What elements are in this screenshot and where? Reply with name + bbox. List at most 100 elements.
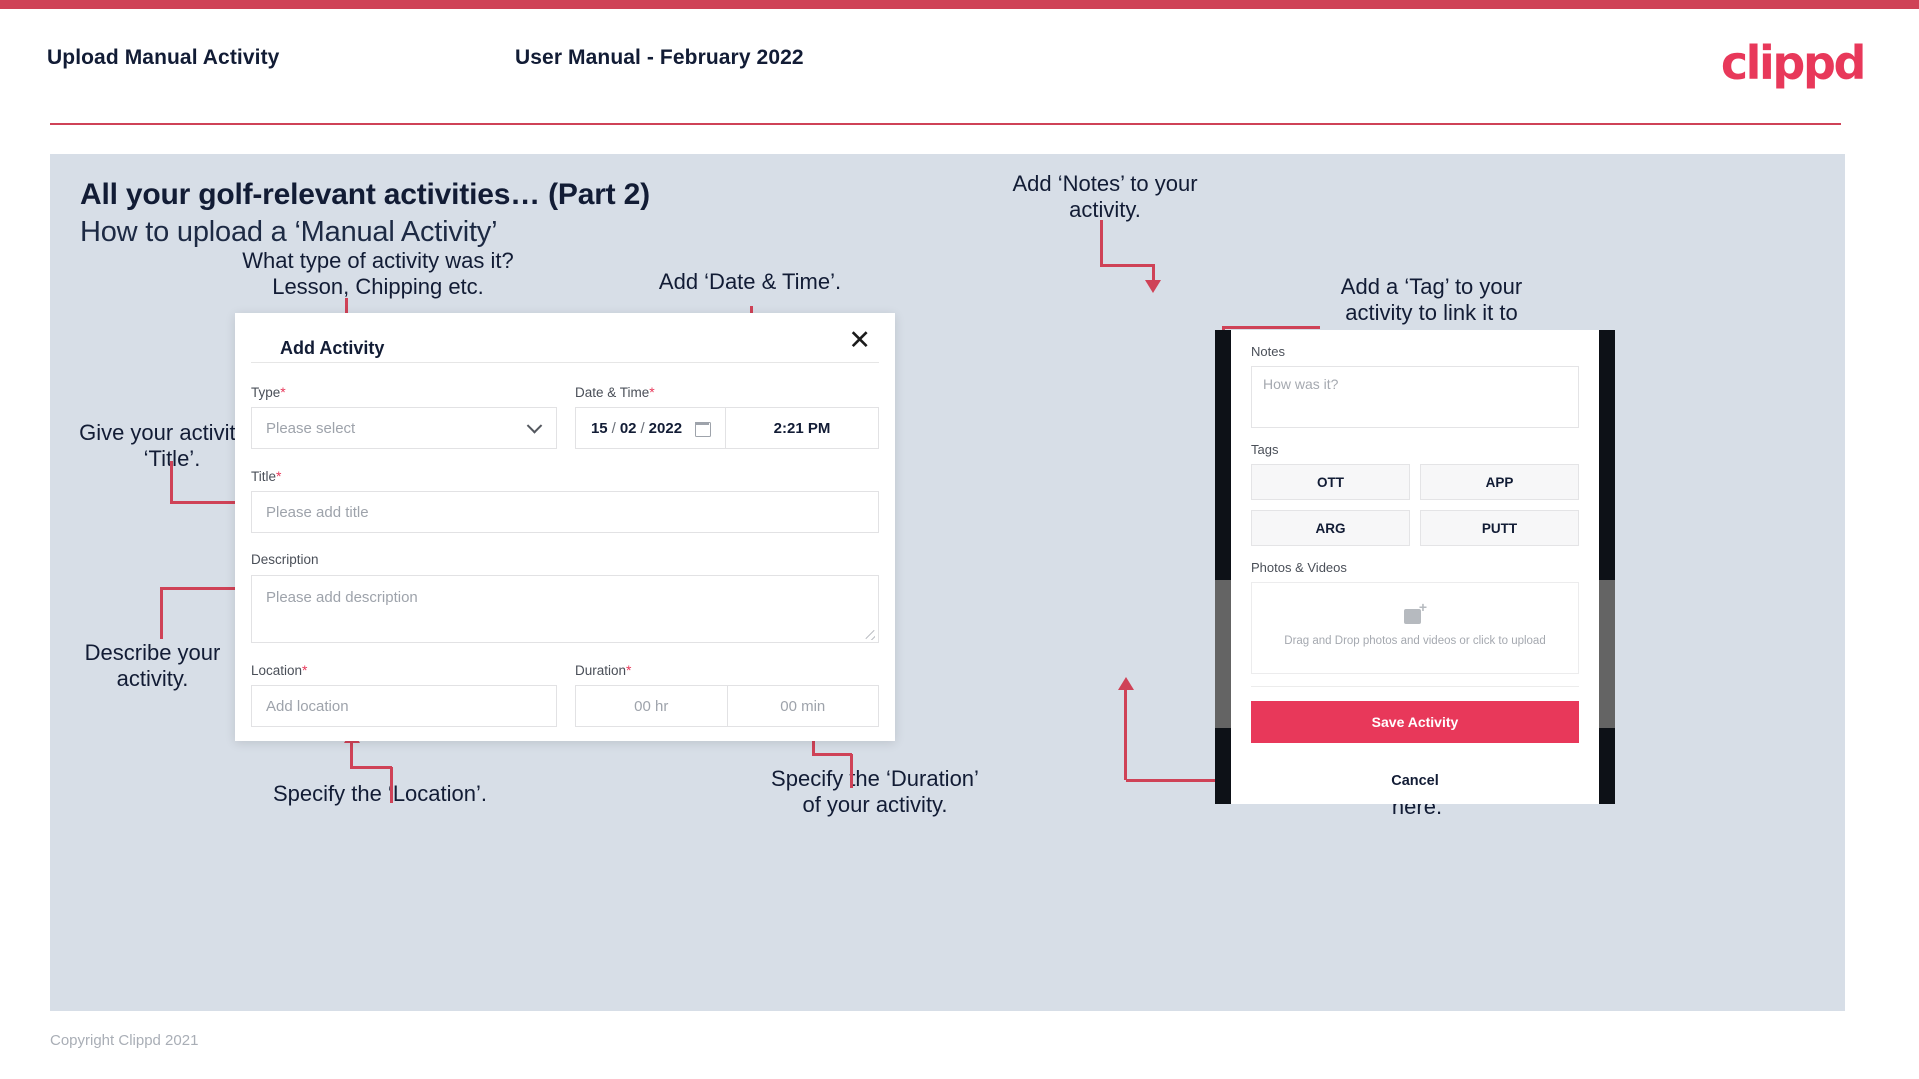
clippd-logo: clippd [1720,36,1867,90]
arrow-desc-h [160,587,244,590]
datetime-label-text: Date & Time [575,385,650,400]
annotation-location: Specify the ‘Location’. [272,781,488,806]
date-sep-1: / [611,419,616,437]
slide-subheading: How to upload a ‘Manual Activity’ [80,216,498,248]
page-title: Upload Manual Activity [47,46,280,69]
title-label-text: Title [251,469,277,484]
duration-group: 00 hr 00 min [575,685,879,727]
annotation-duration: Specify the ‘Duration’ of your activity. [771,766,979,817]
notes-textarea[interactable]: How was it? [1251,366,1579,428]
notes-label: Notes [1251,344,1285,359]
location-label: Location* [251,662,308,678]
phone-scrollbar-right[interactable] [1599,580,1615,728]
location-input[interactable]: Add location [251,685,557,727]
type-placeholder: Please select [266,419,356,437]
datetime-label: Date & Time* [575,384,655,400]
location-required: * [302,662,308,678]
arrow-dur-v1 [850,754,853,788]
datetime-required: * [649,384,655,400]
phone-mockup: Notes How was it? Tags OTT APP ARG PUTT … [1215,330,1615,804]
arrow-title-v [170,461,173,503]
tags-label: Tags [1251,442,1279,457]
resize-handle-icon[interactable] [865,630,875,640]
type-label: Type* [251,384,286,400]
annotation-datetime: Add ‘Date & Time’. [658,269,842,294]
date-month: 02 [619,419,637,437]
duration-hours-input[interactable]: 00 hr [576,686,727,726]
tag-button-app[interactable]: APP [1420,464,1579,500]
title-label: Title* [251,468,281,484]
cancel-button[interactable]: Cancel [1251,761,1579,801]
arrow-save-v [1124,688,1127,780]
date-sep-2: / [640,419,645,437]
duration-label: Duration* [575,662,631,678]
arrow-loc-v1 [390,767,393,803]
arrow-notes-head [1145,280,1161,293]
slide-heading: All your golf-relevant activities… (Part… [80,178,650,211]
tag-button-ott[interactable]: OTT [1251,464,1410,500]
arrow-title-h [170,501,244,504]
duration-required: * [626,662,632,678]
type-select[interactable]: Please select [251,407,557,449]
title-required: * [276,468,282,484]
phone-scrollbar-left[interactable] [1215,580,1231,728]
duration-hours-placeholder: 00 hr [634,697,669,715]
phone-divider [1251,686,1579,687]
chevron-down-icon [526,418,543,434]
close-icon[interactable]: ✕ [848,327,871,354]
header-divider [50,123,1841,125]
phone-screen: Notes How was it? Tags OTT APP ARG PUTT … [1231,330,1599,804]
arrow-loc-v2 [350,741,353,767]
arrow-notes-h [1100,264,1155,267]
description-placeholder: Please add description [266,589,418,606]
footer-copyright: Copyright Clippd 2021 [50,1032,199,1049]
modal-title: Add Activity [280,338,385,358]
annotation-notes: Add ‘Notes’ to your activity. [1012,171,1198,222]
description-label-text: Description [251,552,319,567]
slide-page: Upload Manual Activity User Manual - Feb… [0,0,1919,1079]
duration-minutes-input[interactable]: 00 min [726,686,879,726]
time-input[interactable]: 2:21 PM [726,408,878,448]
arrow-desc-v [160,587,163,639]
title-input[interactable]: Please add title [251,491,879,533]
tag-button-arg[interactable]: ARG [1251,510,1410,546]
time-value: 2:21 PM [773,419,831,437]
duration-label-text: Duration [575,663,627,678]
date-input[interactable]: 15 / 02 / 2022 [576,408,726,448]
tags-grid: OTT APP ARG PUTT [1251,464,1579,546]
arrow-loc-h [350,766,392,769]
arrow-notes-v1 [1100,220,1103,266]
duration-minutes-placeholder: 00 min [780,697,826,715]
photo-dropzone[interactable]: Drag and Drop photos and videos or click… [1251,582,1579,674]
tag-button-putt[interactable]: PUTT [1420,510,1579,546]
dropzone-text: Drag and Drop photos and videos or click… [1284,635,1546,648]
arrow-dur-h [812,753,852,756]
description-textarea[interactable]: Please add description [251,575,879,643]
photos-label: Photos & Videos [1251,560,1347,575]
annotation-type: What type of activity was it? Lesson, Ch… [242,248,514,299]
annotation-description: Describe your activity. [84,640,221,691]
modal-divider [251,362,879,363]
notes-placeholder: How was it? [1263,376,1339,392]
location-label-text: Location [251,663,303,678]
add-activity-modal: Add Activity ✕ Type* Please select Date … [235,313,895,741]
location-placeholder: Add location [266,697,349,715]
datetime-group: 15 / 02 / 2022 2:21 PM [575,407,879,449]
type-required: * [280,384,286,400]
add-image-icon [1404,600,1427,626]
phone-bezel-right [1599,330,1615,804]
header-subtitle: User Manual - February 2022 [515,46,804,69]
date-year: 2022 [648,419,683,437]
arrow-tags-h [1222,326,1320,329]
date-day: 15 [590,419,608,437]
top-accent-bar [0,0,1919,9]
type-label-text: Type [251,385,281,400]
phone-bezel-left [1215,330,1231,804]
save-activity-button[interactable]: Save Activity [1251,701,1579,743]
title-placeholder: Please add title [266,503,369,521]
description-label: Description [251,552,319,567]
arrow-save-head [1118,677,1134,690]
calendar-icon[interactable] [695,420,712,437]
